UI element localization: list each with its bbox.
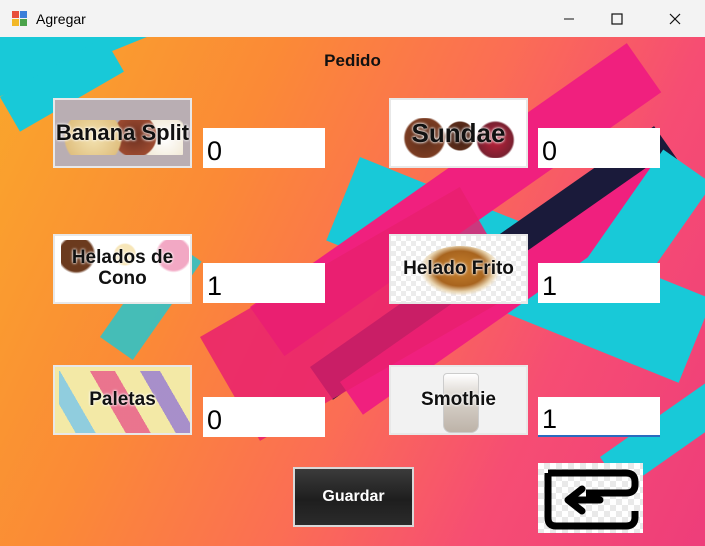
maximize-icon [611, 12, 623, 25]
back-arrow-icon [544, 469, 639, 530]
paletas-button[interactable]: Paletas [53, 365, 192, 435]
helados-de-cono-label: Helados de Cono [71, 247, 174, 289]
helado-frito-button[interactable]: Helado Frito [389, 234, 528, 304]
minimize-icon [564, 18, 574, 19]
sundae-label: Sundae [411, 117, 506, 148]
page-title: Pedido [324, 51, 381, 70]
sundae-quantity-input[interactable] [538, 128, 660, 168]
sundae-button[interactable]: Sundae [389, 98, 528, 168]
helado-frito-label: Helado Frito [403, 257, 514, 279]
helado-frito-quantity-input[interactable] [538, 263, 660, 303]
smothie-quantity-input[interactable] [538, 397, 660, 437]
app-window: Agregar Pedido Banana Split 0 Sundae 0 H… [0, 0, 705, 546]
banana-split-quantity-input[interactable] [203, 128, 325, 168]
helados-de-cono-quantity-input[interactable] [203, 263, 325, 303]
form-client-area: Pedido Banana Split Sundae Helados de Co… [0, 37, 705, 546]
smothie-label: Smothie [421, 388, 496, 410]
close-icon [669, 13, 681, 24]
helados-de-cono-button[interactable]: Helados de Cono [53, 234, 192, 304]
app-icon [12, 10, 28, 27]
maximize-button[interactable] [594, 0, 640, 37]
paletas-label: Paletas [89, 388, 156, 410]
paletas-quantity-input[interactable] [203, 397, 325, 437]
back-button[interactable] [538, 463, 643, 533]
title-bar[interactable]: Agregar [0, 0, 705, 37]
minimize-button[interactable] [546, 0, 592, 37]
close-button[interactable] [652, 0, 698, 37]
smothie-button[interactable]: Smothie [389, 365, 528, 435]
banana-split-label: Banana Split [55, 119, 190, 145]
window-title: Agregar [36, 10, 86, 27]
banana-split-button[interactable]: Banana Split [53, 98, 192, 168]
save-button[interactable]: Guardar [293, 467, 414, 527]
